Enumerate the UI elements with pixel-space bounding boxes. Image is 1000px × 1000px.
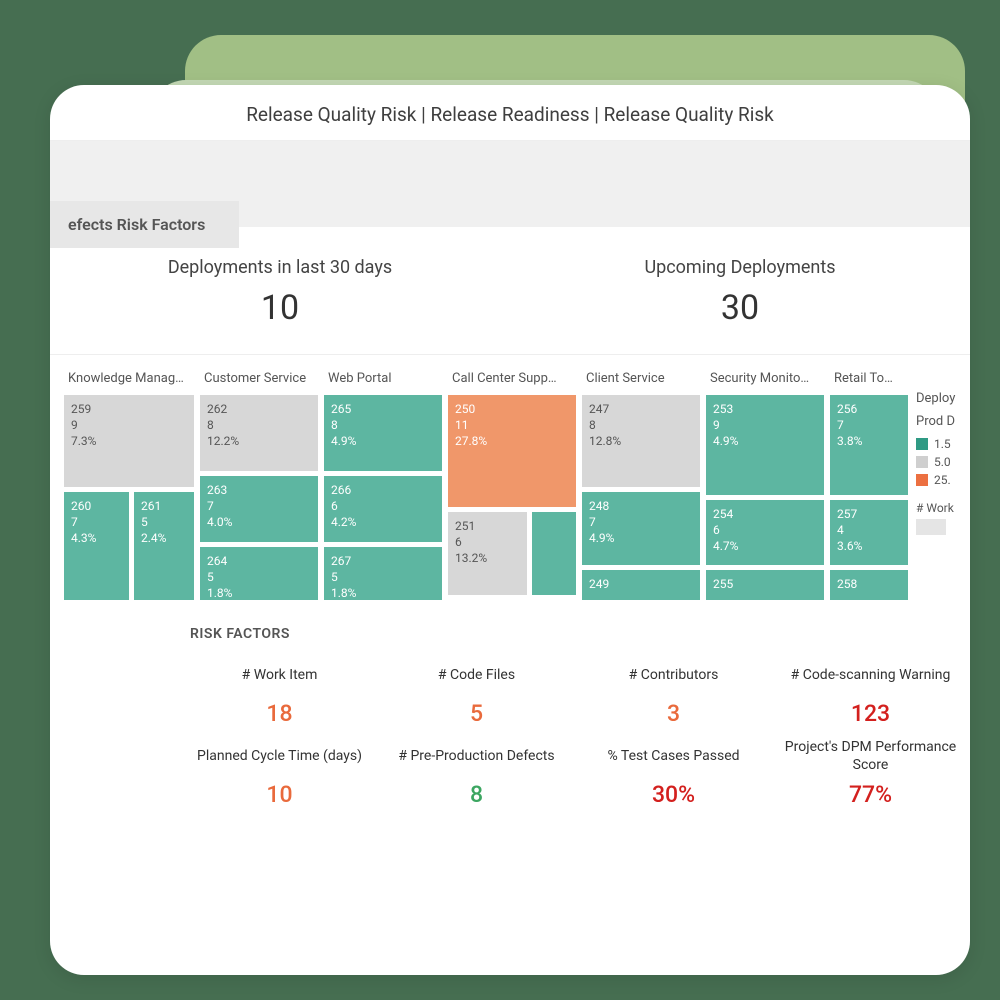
legend-title-2: Prod D	[916, 414, 960, 429]
kpi-label: Deployments in last 30 days	[50, 257, 510, 278]
risk-factor-value: 30%	[584, 781, 763, 808]
treemap-section: Knowledge Manag… 25997.3%26074.3%26152.4%…	[50, 355, 970, 612]
legend-item: 5.0	[916, 455, 960, 469]
treemap[interactable]: Knowledge Manag… 25997.3%26074.3%26152.4%…	[64, 369, 908, 600]
kpi-value: 10	[50, 288, 510, 328]
treemap-cell[interactable]: 25464.7%	[706, 500, 824, 565]
risk-factor-value: 18	[190, 700, 369, 727]
risk-factor-label: # Contributors	[584, 656, 763, 694]
treemap-column-header: Customer Service	[200, 369, 318, 390]
risk-factor-value: 10	[190, 781, 369, 808]
treemap-cell[interactable]: 26451.8%	[200, 547, 318, 600]
risk-factor-label: # Code Files	[387, 656, 566, 694]
kpi-upcoming-deployments: Upcoming Deployments 30	[510, 257, 970, 328]
treemap-cell[interactable]: 26074.3%	[64, 492, 129, 600]
dashboard-window: Release Quality Risk | Release Readiness…	[50, 85, 970, 975]
treemap-column-header: Web Portal	[324, 369, 442, 390]
treemap-column-header: Retail To…	[830, 369, 908, 390]
legend-label: 25.	[934, 473, 951, 487]
filter-strip: efects Risk Factors	[50, 141, 970, 227]
treemap-cell[interactable]: 25997.3%	[64, 395, 194, 487]
risk-factor: # Work Item 18	[190, 656, 369, 727]
treemap-cell[interactable]: 258	[830, 570, 908, 600]
treemap-cell[interactable]: 26751.8%	[324, 547, 442, 600]
treemap-cell[interactable]: 26152.4%	[134, 492, 194, 600]
treemap-column: Client Service 247812.8%24874.9% 249	[582, 369, 700, 600]
treemap-cell[interactable]: 262812.2%	[200, 395, 318, 471]
treemap-column-header: Call Center Supp…	[448, 369, 576, 390]
risk-factor-value: 3	[584, 700, 763, 727]
treemap-column: Call Center Supp… 2501127.8%251613.2%	[448, 369, 576, 600]
treemap-cell[interactable]: 251613.2%	[448, 512, 527, 595]
treemap-cell[interactable]: 24874.9%	[582, 492, 700, 565]
treemap-cell[interactable]: 2501127.8%	[448, 395, 576, 507]
treemap-column: Knowledge Manag… 25997.3%26074.3%26152.4%	[64, 369, 194, 600]
treemap-cell[interactable]: 26584.9%	[324, 395, 442, 471]
risk-factors-panel: RISK FACTORS # Work Item18# Code Files5#…	[50, 612, 970, 838]
risk-factor-label: Project's DPM Performance Score	[781, 737, 960, 775]
risk-factor: Project's DPM Performance Score 77%	[781, 737, 960, 808]
kpi-deployments-last-30: Deployments in last 30 days 10	[50, 257, 510, 328]
treemap-column: Security Monito… 25394.9%25464.7% 255	[706, 369, 824, 600]
legend-title-1: Deploy	[916, 391, 960, 406]
legend-item: 1.5	[916, 437, 960, 451]
titlebar: Release Quality Risk | Release Readiness…	[50, 85, 970, 141]
treemap-cell[interactable]: 25743.6%	[830, 500, 908, 565]
risk-factor-value: 123	[781, 700, 960, 727]
treemap-column: Customer Service 262812.2%26374.0%26451.8…	[200, 369, 318, 600]
risk-factor-label: Planned Cycle Time (days)	[190, 737, 369, 775]
treemap-column-header: Security Monito…	[706, 369, 824, 390]
legend-label: 5.0	[934, 455, 951, 469]
risk-factor-label: # Work Item	[190, 656, 369, 694]
treemap-cell[interactable]: 255	[706, 570, 824, 600]
treemap-cell[interactable]	[532, 512, 576, 595]
risk-factor-label: # Code-scanning Warning	[781, 656, 960, 694]
kpi-value: 30	[510, 288, 970, 328]
risk-factor-value: 77%	[781, 781, 960, 808]
legend-item: 25.	[916, 473, 960, 487]
treemap-column: Web Portal 26584.9%26664.2%26751.8%	[324, 369, 442, 600]
treemap-legend: Deploy Prod D 1.5 5.0 25. # Work	[916, 369, 960, 600]
size-swatch-icon	[916, 519, 946, 535]
legend-swatch-icon	[916, 438, 928, 450]
risk-factor: # Code-scanning Warning 123	[781, 656, 960, 727]
risk-factor-value: 5	[387, 700, 566, 727]
risk-factor-value: 8	[387, 781, 566, 808]
tab-defects-risk-factors[interactable]: efects Risk Factors	[50, 201, 239, 248]
risk-factor: Planned Cycle Time (days) 10	[190, 737, 369, 808]
risk-factor-label: # Pre-Production Defects	[387, 737, 566, 775]
risk-factor: # Contributors 3	[584, 656, 763, 727]
treemap-cell[interactable]: 247812.8%	[582, 395, 700, 487]
treemap-cell[interactable]: 26664.2%	[324, 476, 442, 542]
treemap-column-header: Knowledge Manag…	[64, 369, 194, 390]
treemap-cell[interactable]: 25394.9%	[706, 395, 824, 495]
treemap-cell[interactable]: 25673.8%	[830, 395, 908, 495]
legend-label: 1.5	[934, 437, 951, 451]
risk-factor: # Code Files 5	[387, 656, 566, 727]
risk-factor-label: % Test Cases Passed	[584, 737, 763, 775]
treemap-cell[interactable]: 249	[582, 570, 700, 600]
kpi-label: Upcoming Deployments	[510, 257, 970, 278]
legend-swatch-icon	[916, 474, 928, 486]
treemap-column-header: Client Service	[582, 369, 700, 390]
risk-factor: # Pre-Production Defects 8	[387, 737, 566, 808]
treemap-cell[interactable]: 26374.0%	[200, 476, 318, 542]
treemap-column: Retail To… 25673.8%25743.6% 258	[830, 369, 908, 600]
breadcrumb[interactable]: Release Quality Risk | Release Readiness…	[80, 103, 940, 126]
risk-factors-title: RISK FACTORS	[190, 626, 960, 656]
legend-swatch-icon	[916, 456, 928, 468]
legend-footer: # Work	[916, 501, 960, 515]
risk-factor: % Test Cases Passed 30%	[584, 737, 763, 808]
